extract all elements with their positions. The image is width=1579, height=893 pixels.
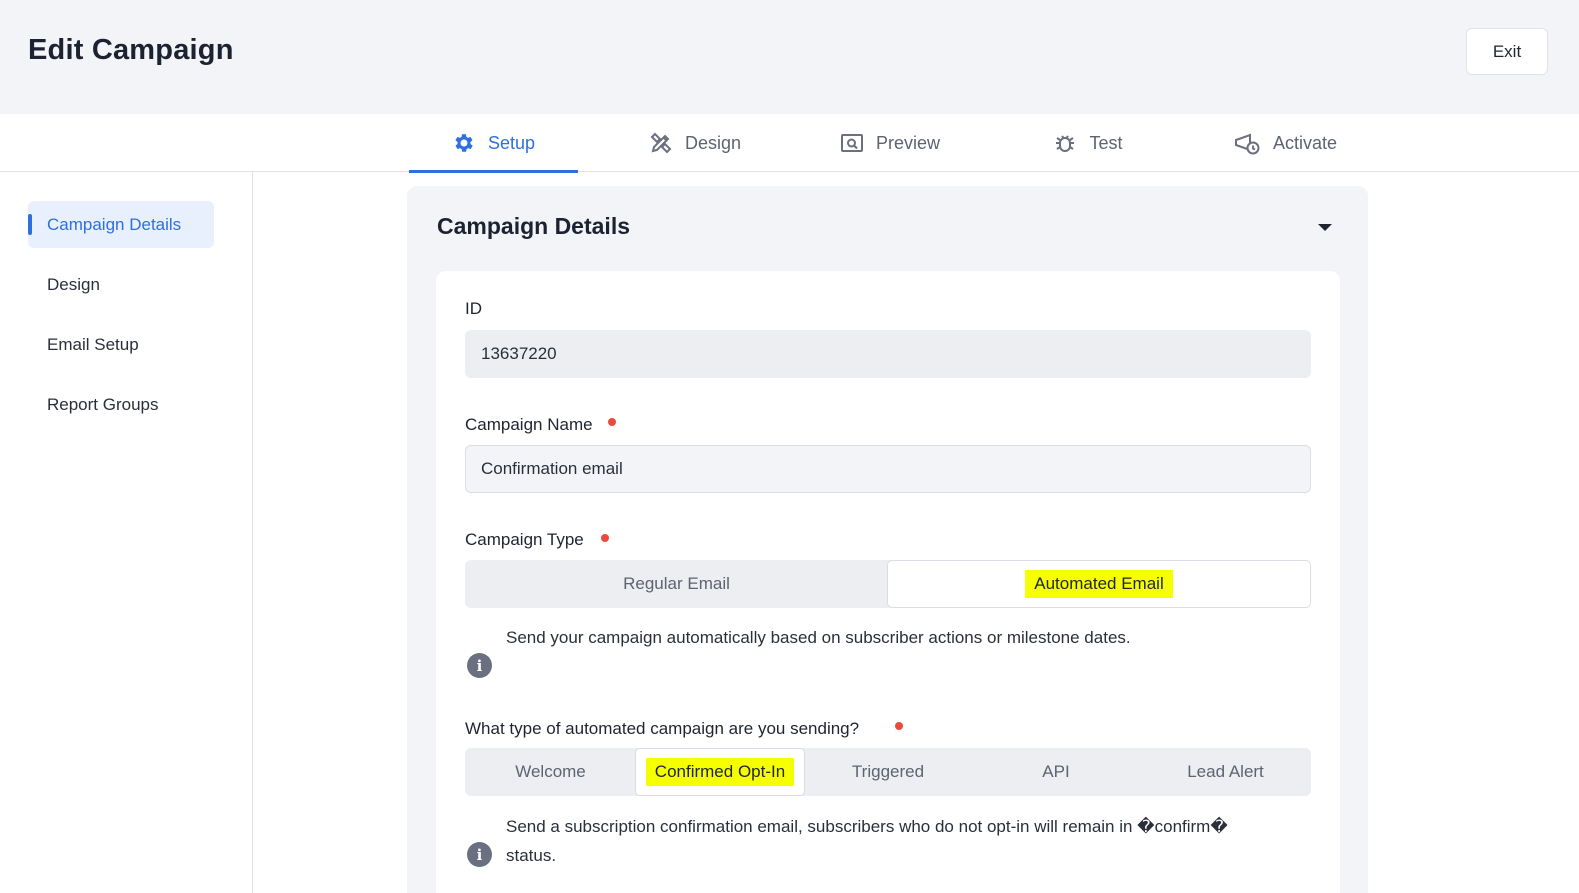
option-triggered[interactable]: Triggered bbox=[804, 748, 972, 796]
option-lead-alert[interactable]: Lead Alert bbox=[1140, 748, 1311, 796]
automated-type-selector: Welcome Confirmed Opt-In Triggered API L… bbox=[465, 748, 1311, 796]
option-regular-email[interactable]: Regular Email bbox=[465, 560, 888, 608]
tab-label: Setup bbox=[487, 132, 536, 153]
panel-title: Campaign Details bbox=[437, 213, 630, 239]
info-icon: i bbox=[467, 653, 492, 678]
required-indicator bbox=[895, 722, 903, 730]
collapse-caret-icon[interactable] bbox=[1318, 224, 1332, 231]
option-confirmed-opt-in[interactable]: Confirmed Opt-In bbox=[635, 748, 805, 796]
campaign-details-panel: Campaign Details ID 13637220 Campaign Na… bbox=[407, 186, 1368, 893]
id-label: ID bbox=[465, 299, 482, 318]
required-indicator bbox=[608, 418, 616, 426]
option-automated-email[interactable]: Automated Email bbox=[887, 560, 1311, 608]
page-title: Edit Campaign bbox=[28, 34, 234, 66]
tab-test[interactable]: Test bbox=[1013, 114, 1163, 172]
exit-button[interactable]: Exit bbox=[1466, 28, 1548, 75]
campaign-name-input[interactable]: Confirmation email bbox=[465, 445, 1311, 493]
sidebar-item-campaign-details[interactable]: Campaign Details bbox=[28, 201, 214, 248]
campaign-type-label: Campaign Type bbox=[465, 530, 584, 549]
details-card: ID 13637220 Campaign Name Confirmation e… bbox=[436, 271, 1340, 893]
tab-label: Activate bbox=[1272, 132, 1338, 153]
sidebar-item-design[interactable]: Design bbox=[28, 261, 214, 308]
tab-setup[interactable]: Setup bbox=[409, 114, 578, 173]
required-indicator bbox=[601, 534, 609, 542]
activate-megaphone-icon bbox=[1233, 131, 1261, 155]
tab-label: Design bbox=[684, 132, 742, 153]
tab-activate[interactable]: Activate bbox=[1210, 114, 1360, 172]
tab-design[interactable]: Design bbox=[620, 114, 770, 172]
option-welcome[interactable]: Welcome bbox=[465, 748, 636, 796]
bug-icon bbox=[1053, 131, 1077, 155]
automated-type-label: What type of automated campaign are you … bbox=[465, 719, 860, 738]
id-field: 13637220 bbox=[465, 330, 1311, 378]
automated-type-help: Send a subscription confirmation email, … bbox=[506, 812, 1228, 870]
help-line: Send a subscription confirmation email, … bbox=[506, 817, 1228, 836]
option-label: Confirmed Opt-In bbox=[645, 758, 795, 786]
page-header: Edit Campaign Exit bbox=[0, 0, 1579, 114]
option-label: Automated Email bbox=[1025, 570, 1173, 598]
option-api[interactable]: API bbox=[972, 748, 1140, 796]
info-icon: i bbox=[467, 842, 492, 867]
sidebar-item-email-setup[interactable]: Email Setup bbox=[28, 321, 214, 368]
design-tools-icon bbox=[649, 131, 673, 155]
tab-label: Test bbox=[1089, 132, 1123, 153]
help-line: status. bbox=[506, 846, 557, 865]
preview-icon bbox=[840, 131, 864, 155]
step-tabs: Setup Design Preview Test Activate bbox=[0, 114, 1579, 173]
sidebar-nav: Campaign Details Design Email Setup Repo… bbox=[0, 172, 253, 893]
campaign-type-toggle: Regular Email Automated Email bbox=[465, 560, 1311, 608]
tab-label: Preview bbox=[875, 132, 941, 153]
sidebar-item-report-groups[interactable]: Report Groups bbox=[28, 381, 214, 428]
gear-icon bbox=[452, 131, 476, 155]
campaign-name-label: Campaign Name bbox=[465, 415, 593, 434]
tab-preview[interactable]: Preview bbox=[815, 114, 965, 172]
campaign-type-help: Send your campaign automatically based o… bbox=[506, 628, 1131, 647]
